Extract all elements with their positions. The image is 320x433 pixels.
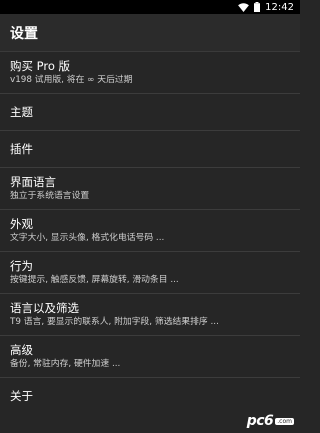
settings-item-theme[interactable]: 主题	[0, 94, 300, 131]
battery-icon	[254, 2, 261, 12]
settings-item-language-filter[interactable]: 语言以及筛选 T9 语言, 要显示的联系人, 附加字段, 筛选结果排序 ...	[0, 294, 300, 336]
watermark-logo: pc6 .com	[247, 413, 294, 429]
settings-item-about[interactable]: 关于	[0, 378, 300, 415]
settings-item-title: 插件	[10, 141, 33, 156]
settings-item-subtitle: v198 试用版, 将在 ∞ 天后过期	[10, 75, 133, 85]
settings-item-subtitle: 文字大小, 显示头像, 格式化电话号码 ...	[10, 233, 165, 243]
settings-item-interface-language[interactable]: 界面语言 独立于系统语言设置	[0, 168, 300, 210]
settings-item-title: 界面语言	[10, 175, 56, 189]
wifi-icon	[238, 2, 250, 12]
settings-item-subtitle: 按键提示, 触感反馈, 屏幕旋转, 滑动条目 ...	[10, 275, 179, 285]
settings-item-subtitle: 备份, 常驻内存, 硬件加速 ...	[10, 359, 121, 369]
settings-item-title: 主题	[10, 104, 33, 119]
settings-item-title: 行为	[10, 259, 33, 273]
settings-item-behavior[interactable]: 行为 按键提示, 触感反馈, 屏幕旋转, 滑动条目 ...	[0, 252, 300, 294]
status-time: 12:42	[265, 1, 294, 13]
settings-item-advanced[interactable]: 高级 备份, 常驻内存, 硬件加速 ...	[0, 336, 300, 378]
status-bar: 12:42	[0, 0, 300, 14]
settings-item-title: 语言以及筛选	[10, 301, 79, 315]
settings-item-title: 外观	[10, 217, 33, 231]
settings-item-title: 关于	[10, 389, 33, 403]
app-toolbar: 设置	[0, 14, 300, 52]
settings-item-subtitle: T9 语言, 要显示的联系人, 附加字段, 筛选结果排序 ...	[10, 317, 219, 327]
settings-item-title: 购买 Pro 版	[10, 59, 71, 73]
settings-item-appearance[interactable]: 外观 文字大小, 显示头像, 格式化电话号码 ...	[0, 210, 300, 252]
settings-list: 购买 Pro 版 v198 试用版, 将在 ∞ 天后过期 主题 插件 界面语言 …	[0, 52, 300, 415]
page-title: 设置	[10, 25, 38, 42]
settings-item-buy-pro[interactable]: 购买 Pro 版 v198 试用版, 将在 ∞ 天后过期	[0, 52, 300, 94]
settings-item-subtitle: 独立于系统语言设置	[10, 191, 90, 201]
settings-item-title: 高级	[10, 343, 33, 357]
watermark-domain: .com	[275, 417, 294, 425]
watermark-text: pc6	[246, 413, 274, 429]
settings-item-plugins[interactable]: 插件	[0, 131, 300, 168]
